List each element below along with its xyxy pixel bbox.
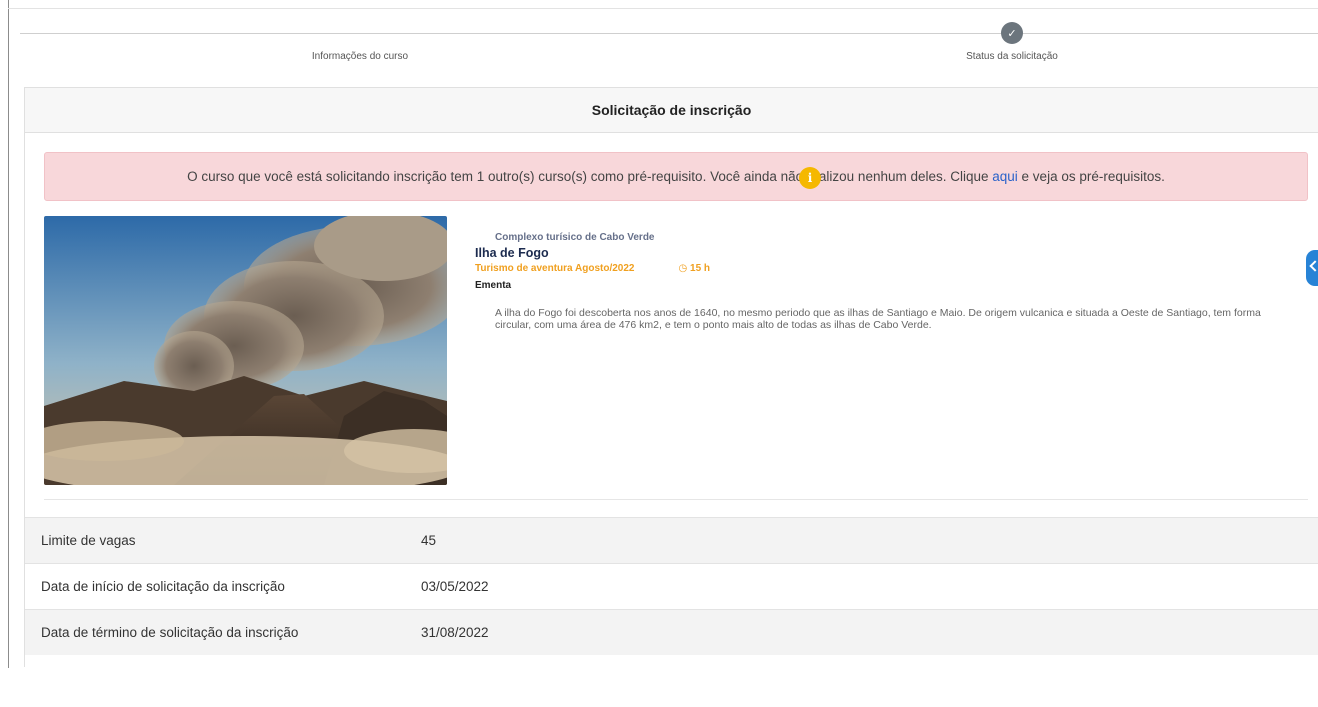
course-hours-value: 15 h	[690, 263, 711, 274]
page-left-border	[8, 0, 9, 668]
progress-stepper: i Informações do curso ✓ Status da solic…	[20, 0, 1318, 189]
alert-text-after: e veja os pré-requisitos.	[1017, 169, 1165, 184]
clock-icon: ◷	[678, 263, 691, 274]
step-course-info[interactable]: i Informações do curso	[260, 22, 821, 189]
syllabus-label: Ementa	[475, 280, 512, 291]
step-request-status[interactable]: ✓ Status da solicitação	[912, 22, 1112, 62]
detail-label: Data de término de solicitação da inscri…	[41, 625, 299, 640]
stepper-line	[20, 33, 1318, 34]
side-expand-button[interactable]	[1306, 250, 1318, 286]
course-description: A ilha do Fogo foi descoberta nos anos d…	[495, 307, 1261, 331]
step-label: Informações do curso	[311, 51, 409, 62]
detail-row: Data de término de solicitação da inscri…	[25, 609, 1318, 655]
prerequisite-alert: O curso que você está solicitando inscri…	[44, 152, 1308, 201]
course-meta: Turismo de aventura Agosto/2022 ◷ 15 h	[475, 263, 1295, 274]
course-hours: ◷ 15 h	[679, 263, 711, 274]
prerequisites-link[interactable]: aqui	[992, 169, 1018, 184]
course-image	[44, 216, 447, 485]
check-icon: ✓	[1001, 22, 1023, 44]
course-institution: Complexo turísico de Cabo Verde	[495, 232, 655, 243]
card-title: Solicitação de inscrição	[25, 87, 1318, 133]
detail-value: 03/05/2022	[421, 579, 489, 594]
course-title: Ilha de Fogo	[475, 246, 549, 260]
detail-label: Limite de vagas	[41, 533, 136, 548]
enrollment-card: Solicitação de inscrição O curso que voc…	[24, 87, 1318, 667]
section-divider	[44, 499, 1308, 500]
info-icon: i	[799, 167, 821, 189]
detail-row: Limite de vagas 45	[25, 517, 1318, 563]
detail-row: Data de início de solicitação da inscriç…	[25, 563, 1318, 609]
step-label: Status da solicitação	[966, 51, 1058, 62]
detail-value: 45	[421, 533, 437, 548]
detail-label: Data de início de solicitação da inscriç…	[41, 579, 285, 594]
detail-value: 31/08/2022	[421, 625, 489, 640]
course-category-period: Turismo de aventura Agosto/2022	[475, 263, 635, 274]
alert-text-before: O curso que você está solicitando inscri…	[187, 169, 993, 184]
enrollment-details: Limite de vagas 45 Data de início de sol…	[25, 517, 1318, 655]
course-info: Complexo turísico de Cabo Verde Ilha de …	[475, 232, 1295, 331]
